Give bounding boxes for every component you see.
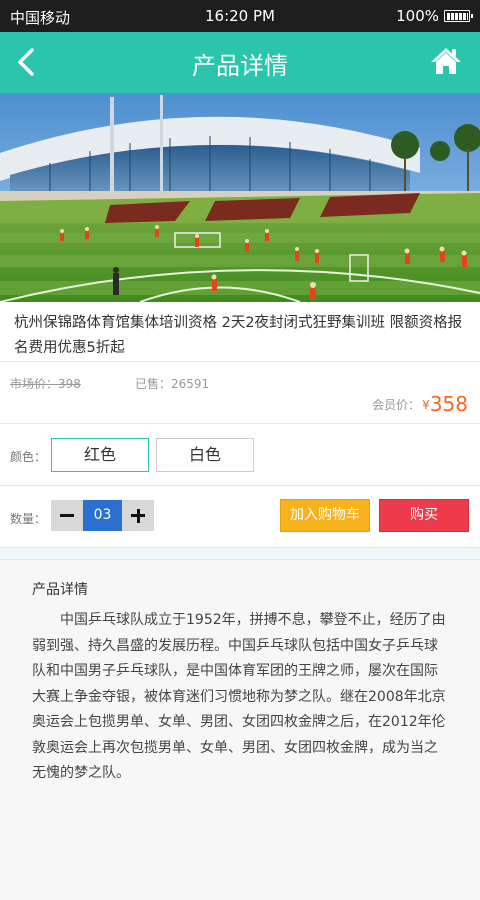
sold-count: 已售：26591 <box>135 377 210 391</box>
product-image <box>0 93 480 302</box>
home-button[interactable] <box>430 45 462 77</box>
buy-button[interactable]: 购买 <box>379 499 469 532</box>
quantity-decrease-button[interactable] <box>51 500 83 531</box>
battery-percentage: 100% <box>396 7 439 25</box>
details-body: 中国乒乓球队成立于1952年，拼搏不息，攀登不止，经历了由弱到强、持久昌盛的发展… <box>32 612 446 781</box>
battery-icon <box>444 10 473 22</box>
quantity-label: 数量： <box>10 512 47 526</box>
quantity-row: 数量： 03 加入购物车 购买 <box>0 486 480 548</box>
price-block: 市场价：398 已售：26591 会员价： ¥358 <box>0 362 480 424</box>
quantity-increase-button[interactable] <box>122 500 154 531</box>
product-details: 产品详情 中国乒乓球队成立于1952年，拼搏不息，攀登不止，经历了由弱到强、持久… <box>0 561 480 900</box>
home-icon <box>431 48 461 74</box>
quantity-value[interactable]: 03 <box>83 500 122 531</box>
color-option-white[interactable]: 白色 <box>156 438 254 472</box>
color-option-red[interactable]: 红色 <box>51 438 149 472</box>
details-heading: 产品详情 <box>32 582 88 598</box>
product-title: 杭州保锦路体育馆集体培训资格 2天2夜封闭式狂野集训班 限额资格报名费用优惠5折… <box>0 302 480 362</box>
member-price-value: 358 <box>429 392 468 416</box>
member-price: 会员价： ¥358 <box>372 392 468 416</box>
section-divider <box>0 548 480 560</box>
currency-symbol: ¥ <box>422 398 430 412</box>
member-price-label: 会员价： <box>372 398 421 412</box>
color-label: 颜色： <box>10 450 47 464</box>
add-to-cart-button[interactable]: 加入购物车 <box>280 499 370 532</box>
color-selector: 颜色： 红色 白色 <box>0 424 480 486</box>
market-price: 市场价：398 <box>10 377 81 391</box>
status-bar: 中国移动 16:20 PM 100% <box>0 0 480 32</box>
nav-bar: 产品详情 <box>0 32 480 93</box>
page-title: 产品详情 <box>192 52 288 80</box>
